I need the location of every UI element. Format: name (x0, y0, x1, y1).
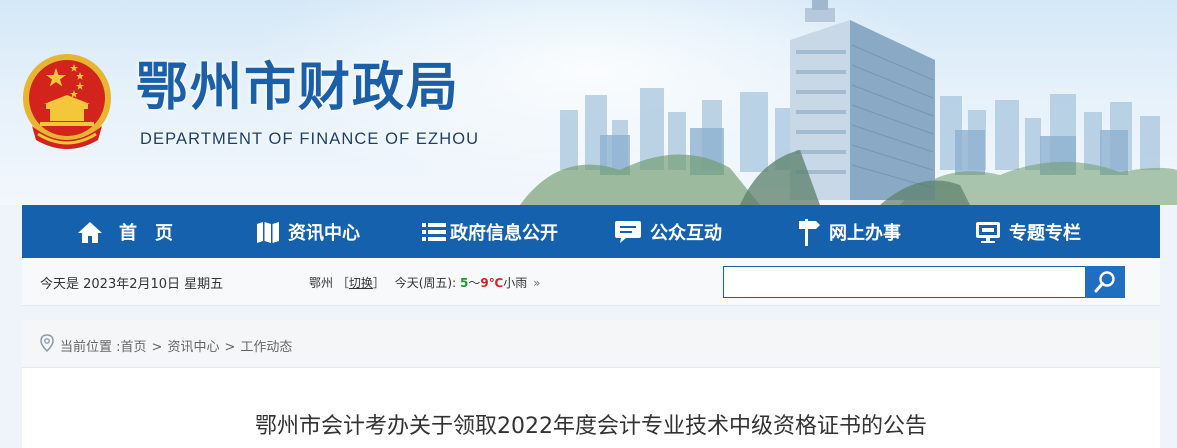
signpost-icon (799, 218, 820, 246)
nav-item-special[interactable]: 专题专栏 (975, 205, 1081, 258)
nav-label-gov-info: 政府信息公开 (450, 222, 558, 244)
header-banner: 鄂州市财政局 DEPARTMENT OF FINANCE OF EZHOU (0, 0, 1177, 205)
site-subtitle: DEPARTMENT OF FINANCE OF EZHOU (140, 130, 480, 148)
nav-label-special: 专题专栏 (1009, 222, 1081, 244)
nav-item-gov-info[interactable]: 政府信息公开 (422, 205, 558, 258)
list-icon (422, 222, 446, 241)
main-nav: 首 页 资讯中心 政府信息公开 公众互动 网上办事 专题专栏 (22, 205, 1160, 258)
search-input[interactable] (723, 266, 1086, 298)
weather-widget: 鄂州 ［切换］ 今天(周五): 5～9℃小雨 » (309, 276, 541, 290)
weather-more-link[interactable]: » (533, 276, 540, 290)
breadcrumb-home[interactable]: 首页 (121, 340, 147, 355)
nav-item-home[interactable]: 首 页 (77, 205, 173, 258)
nav-item-online-service[interactable]: 网上办事 (797, 205, 901, 258)
article-title: 鄂州市会计考办关于领取2022年度会计专业技术中级资格证书的公告 (255, 414, 927, 439)
book-icon (257, 221, 279, 243)
weather-city: 鄂州 (309, 276, 334, 290)
weather-condition: 小雨 (503, 276, 528, 290)
breadcrumb-separator: > (224, 340, 236, 355)
national-emblem-icon (23, 54, 111, 149)
breadcrumb-separator: > (151, 340, 163, 355)
nav-item-interaction[interactable]: 公众互动 (614, 205, 722, 258)
nav-label-home: 首 页 (119, 222, 173, 244)
breadcrumb-label: 当前位置 : (60, 340, 121, 355)
weather-temp-high: 9℃ (480, 276, 504, 290)
nav-item-news[interactable]: 资讯中心 (256, 205, 360, 258)
location-pin-icon (40, 334, 54, 352)
nav-label-online-service: 网上办事 (829, 222, 901, 244)
nav-label-interaction: 公众互动 (650, 222, 722, 244)
search-icon (1094, 271, 1115, 293)
search-button[interactable] (1085, 266, 1125, 298)
breadcrumb-work-news[interactable]: 工作动态 (240, 340, 292, 355)
nav-label-news: 资讯中心 (288, 222, 360, 244)
breadcrumb-news[interactable]: 资讯中心 (167, 340, 219, 355)
site-title: 鄂州市财政局 (136, 58, 461, 118)
chat-icon (615, 220, 641, 243)
breadcrumb: 当前位置 :首页 > 资讯中心 > 工作动态 (22, 320, 1160, 368)
home-icon (78, 221, 102, 243)
weather-temp-sep: ～ (468, 276, 481, 290)
current-date: 今天是 2023年2月10日 星期五 (40, 277, 224, 292)
article-container: 鄂州市会计考办关于领取2022年度会计专业技术中级资格证书的公告 (22, 368, 1160, 448)
info-bar: 今天是 2023年2月10日 星期五 鄂州 ［切换］ 今天(周五): 5～9℃小… (22, 258, 1160, 306)
city-switch-link[interactable]: 切换 (349, 276, 373, 290)
weather-today-label: 今天(周五): (394, 276, 457, 290)
monitor-icon (976, 221, 1000, 243)
breadcrumb-trail: 当前位置 :首页 > 资讯中心 > 工作动态 (60, 336, 292, 355)
